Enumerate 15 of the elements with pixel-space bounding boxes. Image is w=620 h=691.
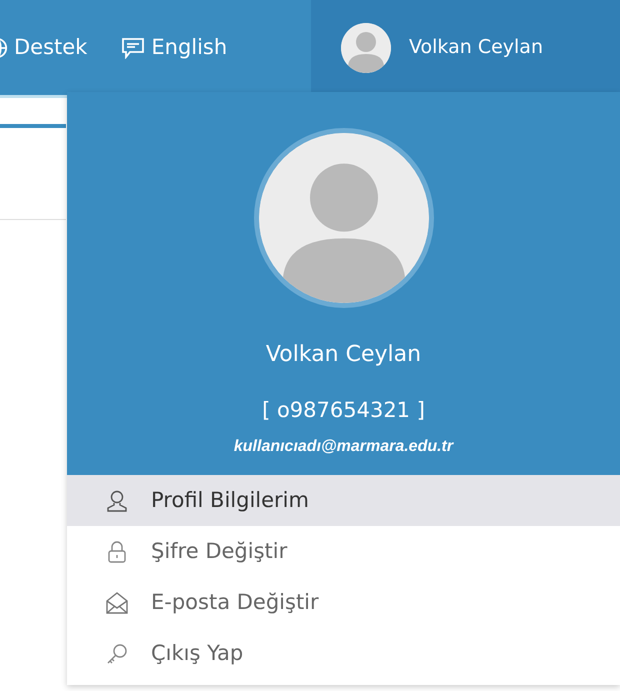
envelope-icon (105, 590, 129, 614)
avatar-icon (341, 22, 391, 72)
user-id: [ o987654321 ] (262, 397, 425, 424)
chat-icon (121, 36, 146, 58)
nav-link[interactable]: Destek (0, 32, 88, 64)
menu-item[interactable]: E-posta Değiştir (67, 577, 620, 628)
user-icon (105, 488, 129, 512)
user-email: kullanıcıadı@marmara.edu.tr (234, 436, 454, 456)
key-icon (105, 642, 129, 666)
menu-item[interactable]: Profil Bilgilerim (67, 475, 620, 526)
nav-link[interactable]: English (121, 32, 228, 64)
user-name[interactable]: Volkan Ceylan (409, 33, 543, 62)
menu-item[interactable]: Şifre Değiştir (67, 526, 620, 577)
menu-item[interactable]: Çıkış Yap (67, 628, 620, 679)
user-name: Volkan Ceylan (266, 341, 422, 369)
